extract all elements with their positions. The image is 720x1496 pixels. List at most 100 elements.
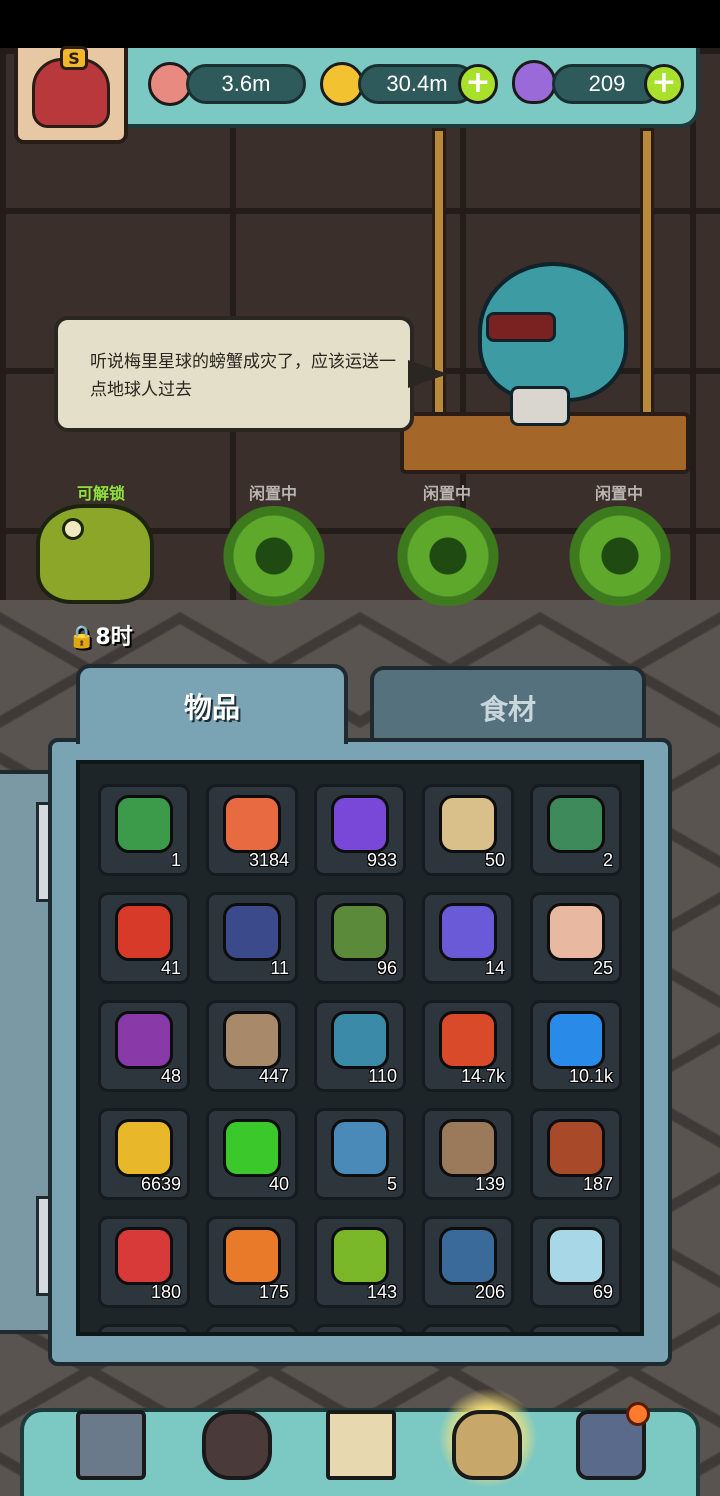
inventory-slot[interactable]: 41 bbox=[98, 892, 190, 984]
item-count: 139 bbox=[474, 1174, 505, 1194]
item-count: 48 bbox=[160, 1066, 181, 1086]
cauldron-card-icon bbox=[331, 903, 389, 961]
inventory-slot[interactable]: 206 bbox=[422, 1216, 514, 1308]
gear-machine-icon bbox=[331, 1119, 389, 1177]
inventory-slot[interactable]: 180 bbox=[98, 1216, 190, 1308]
inventory-slot-partial[interactable] bbox=[206, 1324, 298, 1332]
item-count: 5 bbox=[386, 1174, 397, 1194]
inventory-slot[interactable]: 14.7k bbox=[422, 1000, 514, 1092]
inventory-slot[interactable]: 2 bbox=[530, 784, 622, 876]
notification-dot bbox=[626, 1402, 650, 1426]
blue-square-gem-icon bbox=[547, 1011, 605, 1069]
inventory-slot[interactable]: 69 bbox=[530, 1216, 622, 1308]
item-count: 2 bbox=[602, 850, 613, 870]
pearl-icon bbox=[547, 1227, 605, 1285]
item-count: 206 bbox=[474, 1282, 505, 1302]
item-count: 175 bbox=[258, 1282, 289, 1302]
map-scroll-icon bbox=[439, 795, 497, 853]
slot-2-status: 闲置中 bbox=[248, 484, 297, 503]
slot-1-timer: 🔒8时 bbox=[68, 619, 133, 651]
red-spiky-creature-icon bbox=[115, 1227, 173, 1285]
item-count: 40 bbox=[268, 1174, 289, 1194]
inventory-slot[interactable]: 1 bbox=[98, 784, 190, 876]
add-potion-button[interactable]: + bbox=[644, 64, 684, 104]
eye-currency-value: 3.6m bbox=[186, 64, 306, 104]
tab-items[interactable]: 物品 bbox=[76, 664, 348, 744]
timer-value: 8时 bbox=[95, 625, 133, 650]
system-status-bar bbox=[0, 0, 720, 48]
item-count: 41 bbox=[160, 958, 181, 978]
slot-4-status: 闲置中 bbox=[594, 484, 643, 503]
item-count: 11 bbox=[270, 958, 289, 978]
inventory-slot-partial[interactable] bbox=[98, 1324, 190, 1332]
fire-monster-icon bbox=[202, 1410, 272, 1480]
add-gold-button[interactable]: + bbox=[458, 64, 498, 104]
inventory-slot[interactable]: 175 bbox=[206, 1216, 298, 1308]
inventory-slot[interactable]: 933 bbox=[314, 784, 406, 876]
nav-shop-button[interactable] bbox=[70, 1404, 154, 1488]
speech-bubble-tail bbox=[408, 360, 448, 388]
nav-bag-button[interactable] bbox=[446, 1404, 530, 1488]
slot-2-empty-gear-icon[interactable] bbox=[214, 506, 334, 606]
recipe-scroll-icon bbox=[547, 903, 605, 961]
item-count: 10.1k bbox=[568, 1066, 613, 1086]
slot-1-status: 可解锁 bbox=[76, 484, 125, 503]
player-avatar[interactable]: S bbox=[14, 46, 128, 144]
item-count: 14 bbox=[484, 958, 505, 978]
inventory-slot[interactable]: 25 bbox=[530, 892, 622, 984]
tab-ingredients[interactable]: 食材 bbox=[370, 666, 646, 742]
inventory-slot[interactable]: 6639 bbox=[98, 1108, 190, 1200]
item-count: 180 bbox=[150, 1282, 181, 1302]
nav-monster-button[interactable] bbox=[196, 1404, 280, 1488]
inventory-slot[interactable]: 11 bbox=[206, 892, 298, 984]
inventory-slot[interactable]: 48 bbox=[98, 1000, 190, 1092]
shop-building-icon bbox=[76, 1410, 146, 1480]
yellow-pentagon-gem-icon bbox=[115, 1119, 173, 1177]
lock-icon: 🔒 bbox=[68, 625, 96, 650]
item-count: 50 bbox=[484, 850, 505, 870]
nav-book-button[interactable] bbox=[320, 1404, 404, 1488]
orange-feather-icon bbox=[223, 1227, 281, 1285]
item-count: 25 bbox=[592, 958, 613, 978]
purple-powder-icon bbox=[331, 795, 389, 853]
slot-3-empty-gear-icon[interactable] bbox=[388, 506, 508, 606]
monster-legs bbox=[510, 386, 570, 426]
open-book-icon bbox=[326, 1410, 396, 1480]
slot-1-creature[interactable] bbox=[36, 504, 154, 604]
inventory-slot-partial[interactable] bbox=[422, 1324, 514, 1332]
inventory-slot[interactable]: 110 bbox=[314, 1000, 406, 1092]
inventory-slot[interactable]: 143 bbox=[314, 1216, 406, 1308]
item-count: 143 bbox=[366, 1282, 397, 1302]
inventory-slot-partial[interactable] bbox=[530, 1324, 622, 1332]
blue-caterpillar-icon bbox=[439, 1227, 497, 1285]
guitar-icon bbox=[547, 1119, 605, 1177]
bottle-icon bbox=[115, 795, 173, 853]
furry-box-icon bbox=[223, 1011, 281, 1069]
coin-bag-icon bbox=[452, 1410, 522, 1480]
slot-4-empty-gear-icon[interactable] bbox=[560, 506, 680, 606]
inventory-slot[interactable]: 139 bbox=[422, 1108, 514, 1200]
inventory-slot[interactable]: 447 bbox=[206, 1000, 298, 1092]
inventory-slot[interactable]: 40 bbox=[206, 1108, 298, 1200]
item-count: 1 bbox=[170, 850, 181, 870]
inventory-slot-partial[interactable] bbox=[314, 1324, 406, 1332]
resource-bar: 3.6m 30.4m + 209 + bbox=[70, 48, 700, 128]
item-count: 110 bbox=[368, 1066, 397, 1086]
item-count: 96 bbox=[376, 958, 397, 978]
red-triangle-gem-icon bbox=[439, 1011, 497, 1069]
dialogue-text: 听说梅里星球的螃蟹成灾了，应该运送一点地球人过去 bbox=[90, 352, 396, 400]
inventory-slot[interactable]: 187 bbox=[530, 1108, 622, 1200]
item-count: 187 bbox=[582, 1174, 613, 1194]
inventory-slot[interactable]: 5 bbox=[314, 1108, 406, 1200]
worm-rope-icon bbox=[439, 1119, 497, 1177]
inventory-slot[interactable]: 96 bbox=[314, 892, 406, 984]
inventory-slot[interactable]: 50 bbox=[422, 784, 514, 876]
inventory-slot[interactable]: 10.1k bbox=[530, 1000, 622, 1092]
item-grid: 1 3184 933 50 2 41 11 96 14 25 48 447 110 14.7k 10.1k 6… bbox=[76, 760, 644, 1336]
item-count: 3184 bbox=[248, 850, 289, 870]
green-plant-icon bbox=[331, 1227, 389, 1285]
inventory-slot[interactable]: 14 bbox=[422, 892, 514, 984]
item-count: 6639 bbox=[140, 1174, 181, 1194]
inventory-slot[interactable]: 3184 bbox=[206, 784, 298, 876]
creature-eye bbox=[62, 518, 84, 540]
